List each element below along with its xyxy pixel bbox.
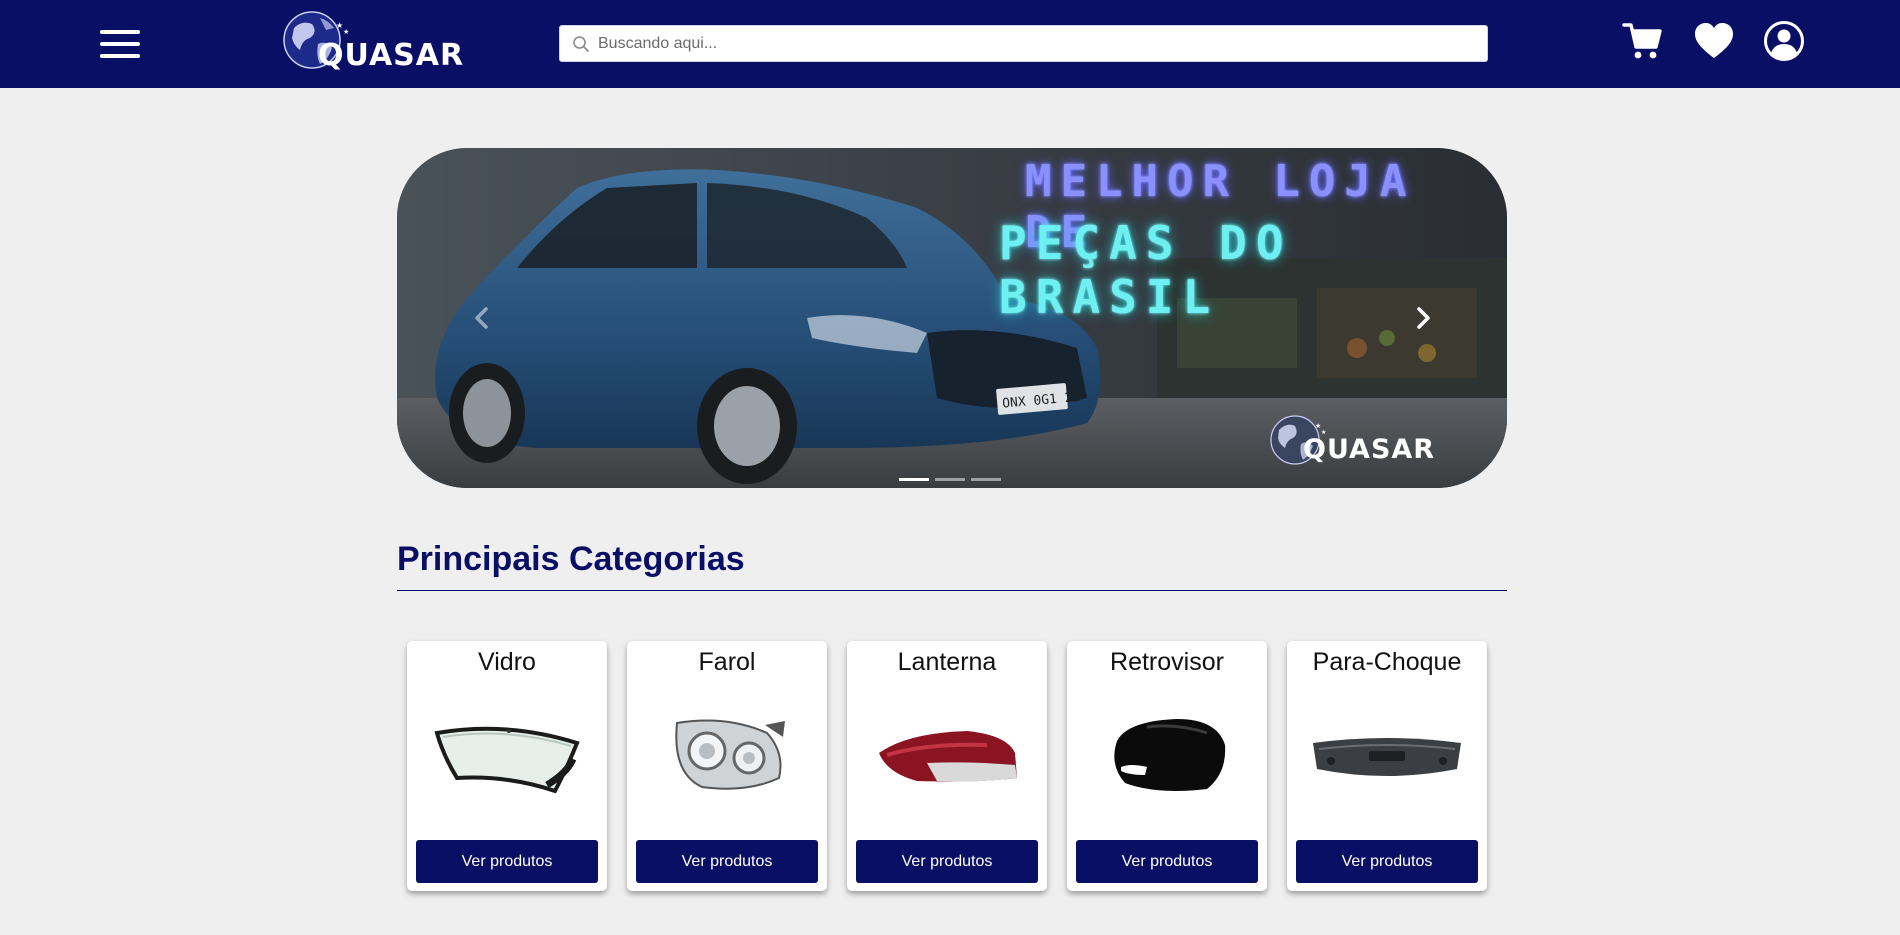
view-products-button[interactable]: Ver produtos: [416, 840, 598, 883]
view-products-button[interactable]: Ver produtos: [856, 840, 1038, 883]
headlight-icon: [675, 719, 785, 790]
quasar-logo[interactable]: ★ ★ QUASAR: [280, 10, 463, 74]
carousel-next-arrow-icon[interactable]: [1408, 303, 1438, 333]
logo-text: QUASAR: [318, 38, 465, 73]
view-products-button[interactable]: Ver produtos: [1076, 840, 1258, 883]
carousel-indicator-3[interactable]: [971, 478, 1001, 481]
category-title: Vidro: [478, 648, 536, 676]
windshield-icon: [434, 726, 580, 794]
view-products-button[interactable]: Ver produtos: [1296, 840, 1478, 883]
side-mirror-icon: [1114, 719, 1226, 791]
category-title: Farol: [698, 648, 756, 676]
category-title: Para-Choque: [1312, 648, 1462, 676]
category-card-vidro: Vidro Ver produtos: [407, 641, 607, 891]
shopping-cart-icon[interactable]: [1622, 20, 1664, 62]
view-products-button[interactable]: Ver produtos: [636, 840, 818, 883]
category-card-para-choque: Para-Choque Ver produtos: [1287, 641, 1487, 891]
top-navigation-bar: ★ ★ QUASAR: [0, 0, 1900, 88]
carousel-indicator-1[interactable]: [899, 478, 929, 481]
carousel-previous-arrow-icon[interactable]: [467, 303, 497, 333]
search-input[interactable]: [598, 26, 1478, 61]
carousel-indicator-2[interactable]: [935, 478, 965, 481]
banner-watermark-text: QUASAR: [1303, 434, 1436, 465]
section-divider: [397, 590, 1507, 591]
user-account-icon[interactable]: [1763, 20, 1805, 62]
hamburger-menu-icon[interactable]: [100, 30, 140, 58]
search-icon[interactable]: [572, 35, 590, 53]
category-title: Retrovisor: [1110, 648, 1224, 676]
svg-text:★: ★: [343, 28, 349, 36]
category-card-retrovisor: Retrovisor Ver produtos: [1067, 641, 1267, 891]
category-title: Lanterna: [897, 648, 997, 676]
category-card-lanterna: Lanterna Ver produtos: [847, 641, 1047, 891]
favorites-heart-icon[interactable]: [1694, 22, 1734, 60]
carousel-indicators: [899, 478, 1004, 482]
category-card-farol: Farol Ver produtos: [627, 641, 827, 891]
banner-watermark-logo: ★ ★ QUASAR: [1267, 410, 1434, 472]
bumper-icon: [1313, 738, 1461, 776]
section-title: Principais Categorias: [397, 540, 745, 578]
search-bar: [559, 25, 1488, 62]
taillight-icon: [879, 731, 1017, 782]
hero-carousel[interactable]: ONX 0G1 22 MELHOR LOJA DE PEÇAS DO BRASI…: [397, 148, 1507, 488]
